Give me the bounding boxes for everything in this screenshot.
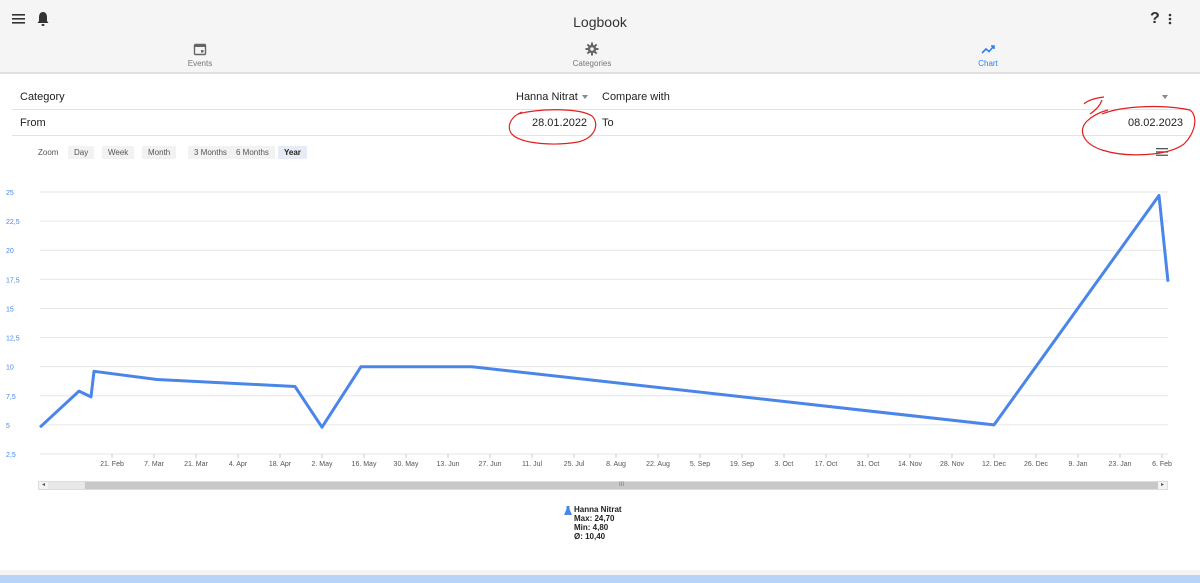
chart-scrollbar[interactable]: ◂ III ▸ [38,481,1168,490]
x-tick-label: 22. Aug [646,461,670,468]
y-tick-label: 22,5 [6,219,20,226]
y-tick-label: 5 [6,423,10,430]
tab-label: Chart [978,59,998,68]
y-tick-label: 25 [6,190,14,197]
y-tick-label: 10 [6,365,14,372]
zoom-week-button[interactable]: Week [102,146,135,159]
zoom-day-button[interactable]: Day [68,146,95,159]
category-value: Hanna Nitrat [516,91,578,103]
x-tick-label: 4. Apr [229,461,248,468]
x-tick-label: 8. Aug [606,461,626,468]
date-range-row: From 28.01.2022 To 08.02.2023 [12,112,1190,136]
x-tick-label: 21. Mar [184,461,208,468]
x-tick-label: 21. Feb [100,461,124,468]
y-tick-label: 2,5 [6,452,16,459]
legend-series-name: Hanna Nitrat [574,505,622,514]
y-tick-label: 12,5 [6,336,20,343]
zoom-year-button[interactable]: Year [278,146,307,159]
x-tick-label: 14. Nov [898,461,923,468]
x-tick-label: 28. Nov [940,461,965,468]
category-row: Category Hanna Nitrat Compare with [12,86,1190,110]
y-tick-label: 7,5 [6,394,16,401]
compare-with-select[interactable]: Compare with [602,91,670,103]
x-tick-label: 12. Dec [982,461,1007,468]
x-tick-label: 17. Oct [815,461,838,468]
trending-up-icon [981,45,995,54]
compare-label: Compare with [602,91,670,103]
x-tick-label: 3. Oct [775,461,794,468]
zoom-3months-button[interactable]: 3 Months [188,146,233,159]
more-vertical-icon[interactable] [1166,11,1174,27]
page-title: Logbook [573,14,627,30]
tab-events[interactable]: Events [0,42,400,72]
x-tick-label: 13. Jun [437,461,460,468]
x-tick-label: 26. Dec [1024,461,1049,468]
tab-label: Categories [572,59,612,68]
y-tick-label: 17,5 [6,277,20,284]
x-tick-label: 5. Sep [690,461,710,468]
from-date-field[interactable]: 28.01.2022 [532,117,587,129]
calendar-icon [193,43,207,56]
x-tick-label: 7. Mar [144,461,165,468]
x-tick-label: 6. Feb [1152,461,1172,468]
x-tick-label: 27. Jun [479,461,502,468]
tab-label: Events [187,59,213,68]
tab-categories[interactable]: Categories [392,42,792,72]
chart-legend[interactable]: Hanna Nitrat Max: 24,70 Min: 4,80 Ø: 10,… [564,505,622,541]
x-tick-label: 30. May [394,461,419,468]
tab-chart[interactable]: Chart [788,42,1188,72]
x-tick-label: 9. Jan [1068,461,1087,468]
zoom-month-button[interactable]: Month [142,146,177,159]
series-line [38,194,1170,429]
x-tick-label: 2. May [311,461,333,468]
x-tick-label: 19. Sep [730,461,754,468]
y-tick-label: 20 [6,248,14,255]
legend-avg: Ø: 10,40 [574,532,606,541]
to-label: To [602,117,614,129]
from-label: From [20,117,46,129]
app-bar: Logbook ? Events Categories Chart [0,0,1200,74]
legend-max: Max: 24,70 [574,514,615,523]
chevron-down-icon [1162,95,1168,100]
gear-icon [585,42,599,56]
zoom-label: Zoom [38,148,59,157]
to-date-field[interactable]: 08.02.2023 [1128,117,1183,129]
scrollbar-grip: III [619,482,625,488]
x-tick-label: 31. Oct [857,461,880,468]
flask-icon [564,506,572,515]
zoom-6months-button[interactable]: 6 Months [230,146,275,159]
x-tick-label: 18. Apr [269,461,292,468]
y-tick-label: 15 [6,306,14,313]
x-tick-label: 11. Jul [522,461,543,468]
bottom-bar [0,575,1200,583]
category-label: Category [20,91,65,103]
scroll-right-icon[interactable]: ▸ [1158,482,1167,489]
compare-chevron[interactable] [1158,91,1168,103]
help-icon[interactable]: ? [1150,10,1160,28]
legend-min: Min: 4,80 [574,523,609,532]
x-tick-label: 16. May [352,461,377,468]
chart-menu-icon[interactable] [1156,148,1168,156]
category-select[interactable]: Hanna Nitrat [516,91,588,103]
chevron-down-icon [581,95,588,100]
x-tick-label: 23. Jan [1109,461,1132,468]
scroll-left-icon[interactable]: ◂ [39,482,48,489]
line-chart: 2,5 5 7,5 10 12,5 15 17,5 20 22,5 25 21. Feb 7. Mar… [6,190,1172,468]
x-tick-label: 25. Jul [564,461,585,468]
